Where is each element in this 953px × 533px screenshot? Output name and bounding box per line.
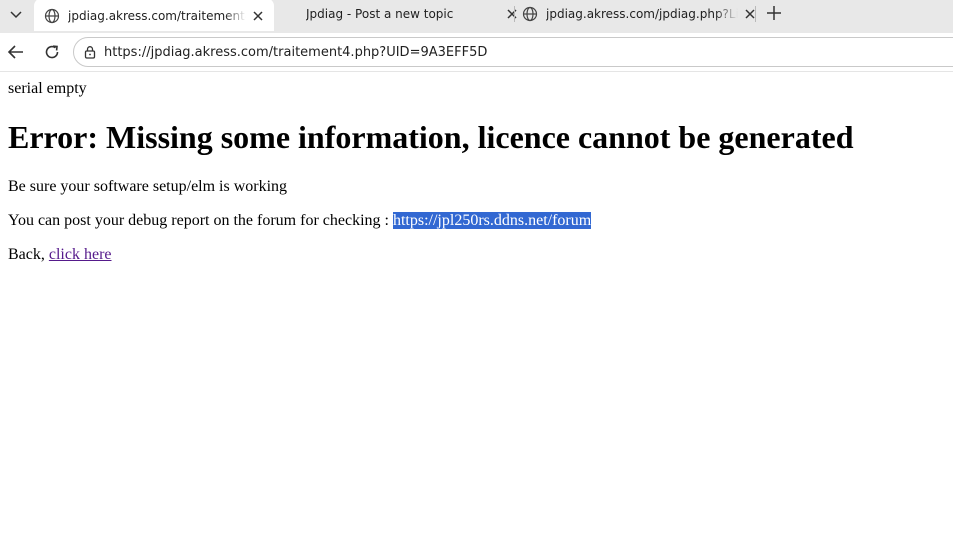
tab-title: jpdiag.akress.com/jpdiag.php?Licence <box>546 6 738 21</box>
globe-icon <box>44 8 60 24</box>
back-line: Back, click here <box>8 246 112 264</box>
tab-title: jpdiag.akress.com/traitement4.php?UID=9A… <box>68 8 246 23</box>
serial-status: serial empty <box>8 80 87 97</box>
forum-url-selected[interactable]: https://jpl250rs.ddns.net/forum <box>392 212 592 229</box>
tab-strip: jpdiag.akress.com/traitement4.php?UID=9A… <box>0 0 953 33</box>
reload-icon <box>45 45 59 59</box>
setup-note: Be sure your software setup/elm is worki… <box>8 178 288 195</box>
back-button[interactable] <box>4 40 28 64</box>
browser-toolbar: https://jpdiag.akress.com/traitement4.ph… <box>0 33 953 72</box>
debug-prefix: You can post your debug report on the fo… <box>8 212 393 229</box>
tab-separator <box>755 6 756 22</box>
reload-button[interactable] <box>40 40 64 64</box>
debug-report-line: You can post your debug report on the fo… <box>8 212 592 230</box>
address-bar[interactable]: https://jpdiag.akress.com/traitement4.ph… <box>73 37 953 67</box>
tab-separator <box>514 6 515 22</box>
error-heading: Error: Missing some information, licence… <box>8 119 854 155</box>
globe-icon <box>522 6 538 22</box>
url-text[interactable]: https://jpdiag.akress.com/traitement4.ph… <box>104 45 487 60</box>
tab-title: Jpdiag - Post a new topic <box>306 6 454 21</box>
plus-icon <box>767 6 781 20</box>
close-icon[interactable] <box>250 8 266 24</box>
chevron-down-icon <box>10 11 22 19</box>
tab-traitement4[interactable]: jpdiag.akress.com/traitement4.php?UID=9A… <box>34 0 274 31</box>
new-tab-button[interactable] <box>762 2 786 24</box>
tab-list-button[interactable] <box>4 2 28 26</box>
click-here-link[interactable]: click here <box>49 246 112 263</box>
tab-jpdiag-licence[interactable]: jpdiag.akress.com/jpdiag.php?Licence <box>516 0 762 27</box>
lock-icon[interactable] <box>82 44 98 60</box>
arrow-left-icon <box>7 45 23 59</box>
back-prefix: Back, <box>8 246 49 263</box>
tab-post-new-topic[interactable]: Jpdiag - Post a new topic <box>296 0 526 27</box>
